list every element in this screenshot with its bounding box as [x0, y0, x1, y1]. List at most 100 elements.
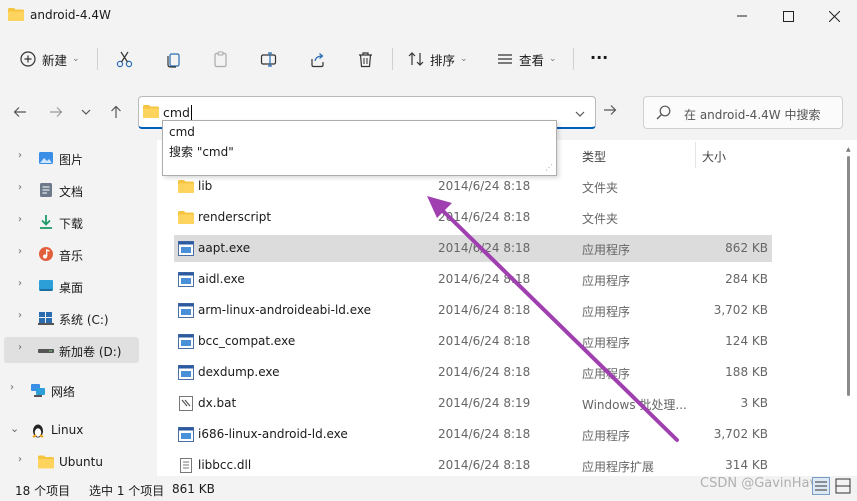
forward-button[interactable] — [46, 102, 66, 122]
search-box[interactable]: 在 android-4.4W 中搜索 — [643, 96, 843, 129]
go-button[interactable] — [603, 104, 617, 119]
file-row[interactable]: libbcc.dll 2014/6/24 8:18 应用程序扩展 314 KB — [174, 452, 772, 479]
resize-grip-icon[interactable]: ⋰ — [545, 163, 553, 172]
view-button[interactable]: 查看 ⌄ — [497, 46, 557, 72]
delete-button[interactable] — [357, 46, 374, 72]
sidebar-item-documents[interactable]: › 文档 — [0, 177, 140, 203]
sidebar-item-drive-d[interactable]: › 新加卷 (D:) — [4, 337, 139, 363]
dll-icon — [180, 458, 192, 473]
folder-icon — [143, 105, 159, 118]
file-row[interactable]: aidl.exe 2014/6/24 8:18 应用程序 284 KB — [174, 266, 772, 293]
up-button[interactable] — [106, 102, 126, 122]
file-date: 2014/6/24 8:18 — [438, 458, 531, 472]
address-dropdown[interactable] — [575, 106, 585, 120]
sidebar-item-downloads[interactable]: › 下载 — [0, 209, 140, 235]
item-count: 18 个项目 — [15, 484, 71, 498]
column-separator[interactable] — [695, 142, 696, 168]
sidebar-item-desktop[interactable]: › 桌面 — [0, 273, 140, 299]
tiles-view-icon[interactable] — [834, 477, 852, 495]
file-type: 应用程序扩展 — [582, 460, 655, 474]
file-size: 3,702 KB — [713, 303, 768, 317]
view-icon — [498, 54, 512, 64]
sidebar-item-drive-c[interactable]: › 系统 (C:) — [0, 305, 140, 331]
paste-button[interactable] — [212, 46, 229, 72]
chevron-right-icon: › — [18, 278, 22, 289]
sort-label: 排序 — [430, 52, 456, 68]
vertical-scrollbar[interactable]: ▲ — [846, 146, 852, 462]
exe-icon — [178, 303, 194, 318]
file-type: 应用程序 — [582, 336, 631, 350]
arrow-up-icon — [111, 105, 121, 118]
file-name: bcc_compat.exe — [198, 334, 296, 348]
sidebar-item-network[interactable]: › 网络 — [0, 377, 140, 403]
file-row[interactable]: lib 2014/6/24 8:18 文件夹 — [174, 173, 772, 200]
clipboard-icon — [214, 50, 227, 67]
close-button[interactable] — [811, 0, 857, 32]
file-row[interactable]: aapt.exe 2014/6/24 8:18 应用程序 862 KB — [174, 235, 772, 262]
file-size: 284 KB — [725, 272, 768, 286]
column-header-type[interactable]: 类型 — [582, 148, 606, 165]
share-icon — [311, 52, 324, 67]
file-row[interactable]: bcc_compat.exe 2014/6/24 8:18 应用程序 124 KB — [174, 328, 772, 355]
file-size: 862 KB — [725, 241, 768, 255]
maximize-button[interactable] — [765, 0, 811, 32]
file-size: 3 KB — [740, 396, 768, 410]
file-type: 文件夹 — [582, 181, 619, 195]
music-icon — [39, 247, 53, 261]
more-icon: ··· — [590, 47, 609, 67]
suggestion-cmd[interactable]: cmd — [169, 125, 195, 139]
linux-icon — [32, 424, 44, 438]
more-button[interactable]: ··· — [590, 44, 608, 70]
file-row[interactable]: dexdump.exe 2014/6/24 8:18 应用程序 188 KB — [174, 359, 772, 386]
column-header-size[interactable]: 大小 — [702, 148, 726, 165]
chevron-right-icon: › — [18, 310, 22, 321]
file-row[interactable]: arm-linux-androideabi-ld.exe 2014/6/24 8:… — [174, 297, 772, 324]
copy-button[interactable] — [165, 46, 182, 72]
sort-button[interactable]: 排序 ⌄ — [408, 46, 468, 72]
file-row[interactable]: i686-linux-android-ld.exe 2014/6/24 8:18 应… — [174, 421, 772, 448]
back-button[interactable] — [10, 102, 30, 122]
file-name: aapt.exe — [198, 241, 251, 255]
chevron-right-icon: › — [18, 214, 22, 225]
file-type: 文件夹 — [582, 212, 619, 226]
file-date: 2014/6/24 8:18 — [438, 427, 531, 441]
maximize-icon — [782, 10, 794, 22]
sidebar-item-pictures[interactable]: › 图片 — [0, 145, 140, 171]
navigation-pane: › 图片 › 文档 › 下载 › 音乐 › 桌面 › 系统 (C:) › 新加卷… — [0, 140, 150, 476]
scrollbar-thumb[interactable] — [847, 156, 850, 396]
arrow-right-icon — [50, 107, 63, 117]
rename-button[interactable] — [260, 46, 277, 72]
documents-icon — [40, 183, 52, 197]
folder-icon — [38, 455, 54, 469]
search-icon — [656, 105, 671, 120]
minimize-button[interactable] — [719, 0, 765, 32]
divider — [392, 48, 393, 70]
file-row[interactable]: renderscript 2014/6/24 8:18 文件夹 — [174, 204, 772, 231]
file-name: i686-linux-android-ld.exe — [198, 427, 348, 441]
suggestion-search-cmd[interactable]: 搜索 "cmd" — [169, 143, 234, 160]
search-placeholder: 在 android-4.4W 中搜索 — [684, 108, 821, 122]
recent-button[interactable] — [76, 102, 96, 122]
scroll-up-icon[interactable]: ▲ — [846, 146, 851, 153]
file-row[interactable]: dx.bat 2014/6/24 8:19 Windows 批处理... 3 KB — [174, 390, 772, 417]
address-input[interactable]: cmd — [163, 105, 192, 120]
file-name: dx.bat — [198, 396, 237, 410]
cut-button[interactable] — [116, 46, 133, 72]
batch-file-icon — [179, 396, 193, 411]
details-view-icon[interactable] — [812, 477, 830, 495]
new-button[interactable]: 新建 ⌄ — [20, 46, 80, 72]
share-button[interactable] — [309, 46, 326, 72]
file-date: 2014/6/24 8:18 — [438, 179, 531, 193]
minimize-icon — [737, 15, 747, 17]
file-name: arm-linux-androideabi-ld.exe — [198, 303, 372, 317]
exe-icon — [178, 427, 194, 442]
command-bar: 新建 ⌄ 排序 ⌄ 查看 ⌄ ··· — [0, 36, 857, 80]
sidebar-item-linux[interactable]: ⌄ Linux — [0, 417, 140, 443]
network-icon — [31, 384, 45, 397]
exe-icon — [178, 241, 194, 256]
sidebar-item-music[interactable]: › 音乐 — [0, 241, 140, 267]
sidebar-item-ubuntu[interactable]: › Ubuntu — [0, 449, 140, 475]
exe-icon — [178, 365, 194, 380]
file-name: aidl.exe — [198, 272, 245, 286]
rename-icon — [260, 51, 277, 67]
